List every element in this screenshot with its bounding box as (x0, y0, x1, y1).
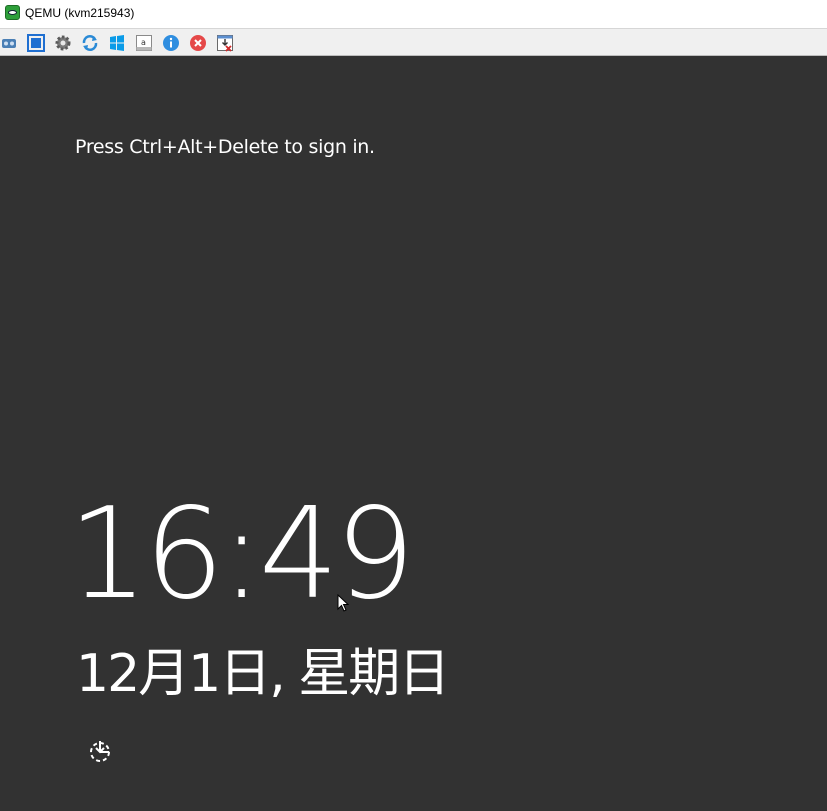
qemu-eye-icon (5, 5, 20, 20)
disconnect-icon[interactable] (216, 34, 234, 52)
ease-of-access-icon[interactable] (87, 738, 113, 764)
network-icon[interactable] (0, 34, 18, 52)
close-red-icon[interactable] (189, 34, 207, 52)
toolbar: a (0, 28, 827, 56)
window-title: QEMU (kvm215943) (25, 6, 135, 20)
windows-logo-icon[interactable] (108, 34, 126, 52)
lockscreen-time: 16:49 (68, 480, 415, 627)
svg-text:a: a (141, 38, 146, 47)
lockscreen-date: 12月1日, 星期日 (76, 644, 450, 704)
text-input-icon[interactable]: a (135, 34, 153, 52)
mouse-cursor-icon (337, 593, 350, 612)
signin-message: Press Ctrl+Alt+Delete to sign in. (75, 136, 375, 158)
window-titlebar: QEMU (kvm215943) (0, 0, 827, 28)
refresh-icon[interactable] (81, 34, 99, 52)
fullscreen-icon[interactable] (27, 34, 45, 52)
info-icon[interactable] (162, 34, 180, 52)
settings-gear-icon[interactable] (54, 34, 72, 52)
vm-screen[interactable]: Press Ctrl+Alt+Delete to sign in. 16:49 … (0, 56, 827, 811)
